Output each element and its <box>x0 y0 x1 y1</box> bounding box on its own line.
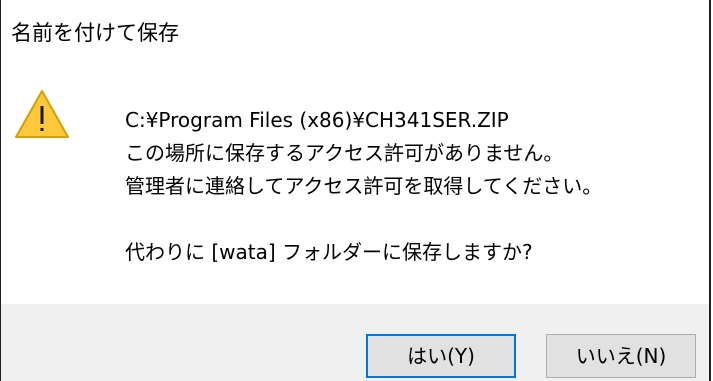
save-as-warning-dialog: 名前を付けて保存 C:¥Program Files (x86)¥CH341SER… <box>0 0 713 381</box>
no-button[interactable]: いいえ(N) <box>546 334 696 378</box>
button-bar: はい(Y) いいえ(N) <box>1 304 709 381</box>
contact-admin-text: 管理者に連絡してアクセス許可を取得してください。 <box>125 174 603 198</box>
file-path-text: C:¥Program Files (x86)¥CH341SER.ZIP <box>125 108 509 132</box>
save-instead-question: 代わりに [wata] フォルダーに保存しますか? <box>125 240 533 264</box>
window-border-right <box>709 0 711 381</box>
dialog-message: C:¥Program Files (x86)¥CH341SER.ZIP この場所… <box>125 104 700 269</box>
warning-icon <box>15 90 69 138</box>
dialog-title: 名前を付けて保存 <box>11 21 179 45</box>
permission-denied-text: この場所に保存するアクセス許可がありません。 <box>125 141 564 165</box>
title-bar[interactable]: 名前を付けて保存 <box>1 0 709 62</box>
yes-button[interactable]: はい(Y) <box>366 334 516 378</box>
